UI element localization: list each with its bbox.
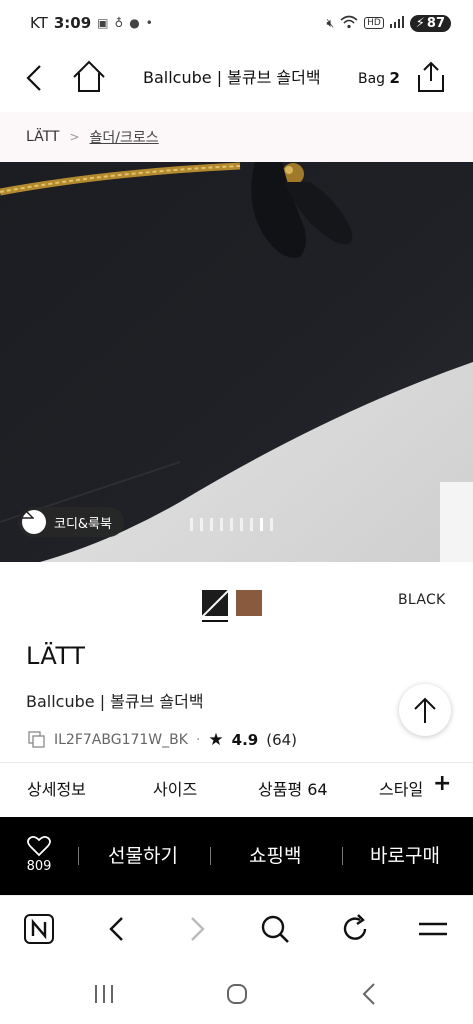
gallery-pager <box>190 518 273 531</box>
clock: 3:09 <box>53 14 92 32</box>
review-count[interactable]: (64) <box>266 731 297 749</box>
search-icon[interactable] <box>258 912 292 946</box>
gallery-page-indicator <box>190 518 193 531</box>
system-back-icon[interactable] <box>355 982 385 1006</box>
heart-icon <box>27 835 51 857</box>
divider <box>210 847 211 865</box>
share-icon[interactable] <box>414 60 448 94</box>
browser-forward-icon[interactable] <box>180 912 214 946</box>
product-rating: 4.9 <box>231 731 259 749</box>
chevron-left-icon[interactable] <box>20 60 50 96</box>
product-meta: IL2F7ABG171W_BK · ★ 4.9 (64) <box>28 730 297 750</box>
arrow-up-icon[interactable] <box>399 684 451 736</box>
hd-icon: HD <box>364 17 384 29</box>
detail-tabs: 상세정보 사이즈 상품평 64 스타일 + <box>0 762 473 816</box>
color-swatch-brown[interactable] <box>236 590 262 616</box>
codi-lookbook-button[interactable]: 코디&룩북 <box>18 507 124 537</box>
product-photo <box>0 162 473 562</box>
gallery-page-indicator <box>230 518 233 531</box>
tab-reviews[interactable]: 상품평 64 <box>258 763 328 817</box>
breadcrumb-brand[interactable]: LÄTT <box>26 129 59 145</box>
page-title: Ballcube | 볼큐브 숄더백 <box>143 68 321 87</box>
home-button-icon[interactable] <box>222 982 252 1006</box>
gallery-page-indicator <box>270 518 273 531</box>
buy-now-button[interactable]: 바로구매 <box>370 817 440 895</box>
star-icon: ★ <box>208 730 224 750</box>
gallery-page-indicator <box>260 518 263 531</box>
tab-size[interactable]: 사이즈 <box>153 763 197 817</box>
add-to-cart-button[interactable]: 쇼핑백 <box>249 817 301 895</box>
product-brand[interactable]: LÄTT <box>26 642 85 670</box>
product-name: Ballcube | 볼큐브 숄더백 <box>26 692 204 711</box>
breadcrumb-category[interactable]: 숄더/크로스 <box>90 127 159 147</box>
chevron-right-icon: > <box>69 130 80 144</box>
browser-toolbar <box>0 895 473 961</box>
gallery-page-indicator <box>240 518 243 531</box>
bag-button[interactable]: Bag 2 <box>358 46 400 110</box>
wish-count: 809 <box>26 859 52 874</box>
refresh-icon[interactable] <box>338 912 372 946</box>
gallery-page-indicator <box>200 518 203 531</box>
naver-n-icon[interactable] <box>22 912 56 946</box>
wishlist-button[interactable]: 809 <box>22 835 56 874</box>
gallery-page-indicator <box>210 518 213 531</box>
browser-back-icon[interactable] <box>100 912 134 946</box>
selected-color-name: BLACK <box>398 592 446 608</box>
wifi-icon <box>340 15 358 32</box>
signal-icon <box>389 15 404 31</box>
battery-level: 87 <box>426 15 445 31</box>
product-code: IL2F7ABG171W_BK <box>54 732 188 748</box>
codi-lookbook-label: 코디&룩북 <box>54 516 112 532</box>
gift-button[interactable]: 선물하기 <box>108 817 178 895</box>
color-swatch-black[interactable] <box>202 590 228 616</box>
talk-icon: ● <box>129 16 140 30</box>
status-bar: KT 3:09 ▣ ♁ ● • 🔇︎ HD ⚡ 87 <box>0 0 473 46</box>
divider <box>342 847 343 865</box>
separator-dot: · <box>195 732 201 748</box>
plus-icon[interactable]: + <box>433 773 451 795</box>
color-options: BLACK <box>0 578 473 622</box>
status-left: KT 3:09 ▣ ♁ ● • <box>30 14 153 32</box>
mute-icon: 🔇︎ <box>326 15 335 30</box>
divider <box>78 847 79 865</box>
bag-label: Bag <box>358 71 386 87</box>
tab-detail-info[interactable]: 상세정보 <box>27 763 86 817</box>
product-image-gallery[interactable]: 코디&룩북 <box>0 162 473 562</box>
notification-icon: ♁ <box>114 16 124 30</box>
hanger-icon <box>18 507 46 534</box>
home-icon[interactable] <box>70 58 108 96</box>
system-navigation-bar <box>0 962 473 1024</box>
status-right: 🔇︎ HD ⚡ 87 <box>326 14 451 32</box>
gallery-page-indicator <box>220 518 223 531</box>
battery-indicator: ⚡ 87 <box>409 14 451 32</box>
app-header: Ballcube | 볼큐브 숄더백 Bag 2 <box>0 46 473 110</box>
copy-icon[interactable] <box>28 731 46 749</box>
screenshot-icon: ▣ <box>97 16 109 30</box>
bag-count: 2 <box>389 69 400 87</box>
tab-style[interactable]: 스타일 <box>379 763 423 817</box>
more-dot-icon: • <box>145 16 153 30</box>
menu-icon[interactable] <box>416 912 450 946</box>
gallery-page-indicator <box>250 518 253 531</box>
purchase-action-bar: 809 선물하기 쇼핑백 바로구매 <box>0 817 473 895</box>
carrier-label: KT <box>30 14 48 32</box>
recent-apps-icon[interactable] <box>89 982 119 1006</box>
selected-swatch-indicator <box>202 620 228 622</box>
charging-icon: ⚡ <box>415 15 425 31</box>
breadcrumb: LÄTT > 숄더/크로스 <box>0 112 473 162</box>
